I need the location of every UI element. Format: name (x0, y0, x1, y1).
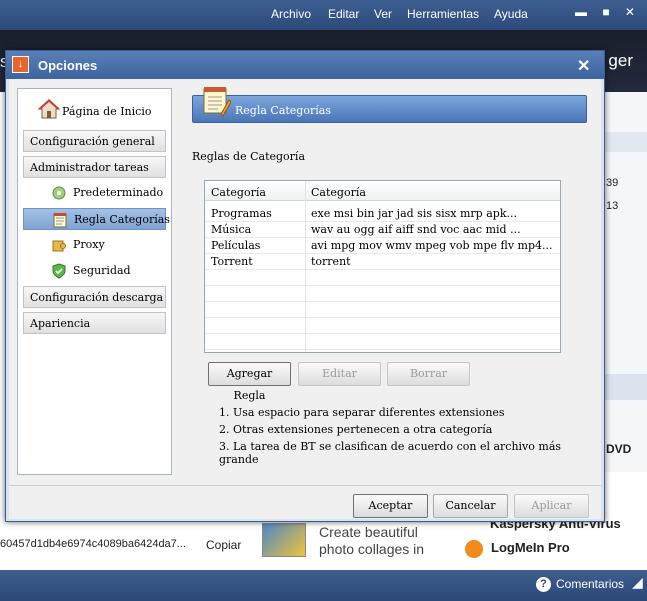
list-count: 39 (606, 177, 619, 189)
shield-icon (52, 263, 66, 279)
nav-item-default[interactable]: Predeterminado (23, 182, 166, 204)
menu-editar[interactable]: Editar (328, 7, 359, 21)
nav-item-security[interactable]: Seguridad (23, 260, 166, 282)
table-row-empty (205, 286, 560, 302)
nav-item-category-rule[interactable]: Regla Categorías (23, 208, 170, 230)
table-cell: Películas (211, 239, 261, 252)
hash-text: 60457d1db4e6974c4089ba6424da7... (0, 538, 186, 550)
notes-list: 1. Usa espacio para separar diferentes e… (219, 404, 579, 466)
resize-grip-icon: ◢ (632, 574, 643, 590)
puzzle-icon (52, 240, 66, 252)
menu-herramientas[interactable]: Herramientas (407, 7, 479, 21)
nav-item-label: Seguridad (73, 264, 131, 277)
note-item: 1. Usa espacio para separar diferentes e… (219, 406, 505, 419)
table-row-empty (205, 270, 560, 286)
note-item: 3. La tarea de BT se clasifican de acuer… (219, 440, 562, 466)
nav-item-downloads[interactable]: Configuración descarga (23, 286, 166, 308)
menu-archivo[interactable]: Archivo (271, 7, 311, 21)
table-cell: Programas (211, 207, 272, 220)
ad-collage[interactable]: Create beautiful photo collages in (319, 524, 424, 558)
house-icon (38, 99, 60, 119)
panel-title: Regla Categorías (235, 104, 331, 117)
options-nav: Página de Inicio Configuración general A… (17, 88, 172, 475)
table-row[interactable]: Programas exe msi bin jar jad sis sisx m… (205, 206, 560, 222)
edit-button[interactable]: Editar (298, 362, 381, 386)
app-list-edge (604, 92, 647, 472)
menu-ver[interactable]: Ver (374, 7, 392, 21)
menu-ayuda[interactable]: Ayuda (494, 7, 528, 21)
column-header[interactable]: Categoría (311, 186, 366, 199)
list-count: 13 (606, 200, 619, 212)
dialog-titlebar[interactable]: ↓ Opciones ✕ (6, 51, 604, 79)
app-icon: ↓ (12, 56, 29, 73)
notepad-icon (203, 87, 231, 117)
table-cell: torrent (311, 255, 351, 268)
section-label: Reglas de Categoría (192, 150, 306, 163)
nav-item-home[interactable]: Página de Inicio (38, 95, 168, 123)
gear-icon (52, 186, 66, 200)
table-cell: wav au ogg aif aiff snd voc aac mid ... (311, 223, 521, 236)
add-rule-button[interactable]: Agregar Regla (208, 362, 291, 402)
table-cell: Torrent (211, 255, 253, 268)
ad-line: Create beautiful (319, 524, 418, 540)
accept-button[interactable]: Aceptar (353, 494, 428, 518)
ad-label: DVD (606, 442, 632, 456)
table-row[interactable]: Películas avi mpg mov wmv mpeg vob mpe f… (205, 238, 560, 254)
help-icon[interactable]: ? (536, 577, 551, 592)
notepad-icon (53, 213, 67, 228)
table-row[interactable]: Torrent torrent (205, 254, 560, 270)
table-cell: avi mpg mov wmv mpeg vob mpe flv mp4... (311, 239, 553, 252)
logmein-icon (465, 540, 483, 558)
column-header[interactable]: Categoría (211, 186, 266, 199)
ad-line: photo collages in (319, 541, 425, 557)
options-dialog: ↓ Opciones ✕ Página de Inicio Configurac… (5, 50, 605, 522)
nav-item-general[interactable]: Configuración general (23, 130, 166, 152)
window-controls[interactable]: ▬ ■ ✕ (575, 5, 641, 19)
nav-item-label: Predeterminado (73, 186, 164, 199)
table-cell: exe msi bin jar jad sis sisx mrp apk... (311, 207, 517, 220)
nav-item-proxy[interactable]: Proxy (23, 234, 166, 256)
panel-header: Regla Categorías (192, 87, 587, 123)
app-logo-text: ger (608, 51, 633, 70)
dialog-body: Página de Inicio Configuración general A… (9, 79, 601, 519)
comments-link[interactable]: Comentarios (556, 577, 624, 591)
collage-app-icon (262, 523, 306, 557)
cancel-button[interactable]: Cancelar (433, 494, 508, 518)
app-menubar: Archivo Editar Ver Herramientas Ayuda ▬ … (0, 0, 647, 30)
nav-item-label: Proxy (73, 238, 105, 251)
ad-logmein[interactable]: LogMeIn Pro (491, 540, 570, 555)
table-cell: Música (211, 223, 252, 236)
delete-button[interactable]: Borrar (387, 362, 470, 386)
copy-button[interactable]: Copiar (206, 538, 241, 552)
table-row[interactable]: Música wav au ogg aif aiff snd voc aac m… (205, 222, 560, 238)
dialog-title: Opciones (38, 58, 98, 73)
note-item: 2. Otras extensiones pertenecen a otra c… (219, 423, 493, 436)
nav-item-appearance[interactable]: Apariencia (23, 312, 166, 334)
nav-item-label: Página de Inicio (62, 105, 152, 118)
category-table: Categoría Categoría Programas exe msi bi… (204, 180, 561, 353)
close-icon[interactable]: ✕ (577, 56, 590, 76)
nav-item-tasks[interactable]: Administrador tareas (23, 156, 166, 178)
table-row-empty (205, 334, 560, 350)
table-row-empty (205, 318, 560, 334)
apply-button[interactable]: Aplicar (514, 494, 589, 518)
table-header: Categoría Categoría (205, 181, 560, 201)
table-row-empty (205, 302, 560, 318)
nav-item-label: Regla Categorías (74, 213, 170, 226)
